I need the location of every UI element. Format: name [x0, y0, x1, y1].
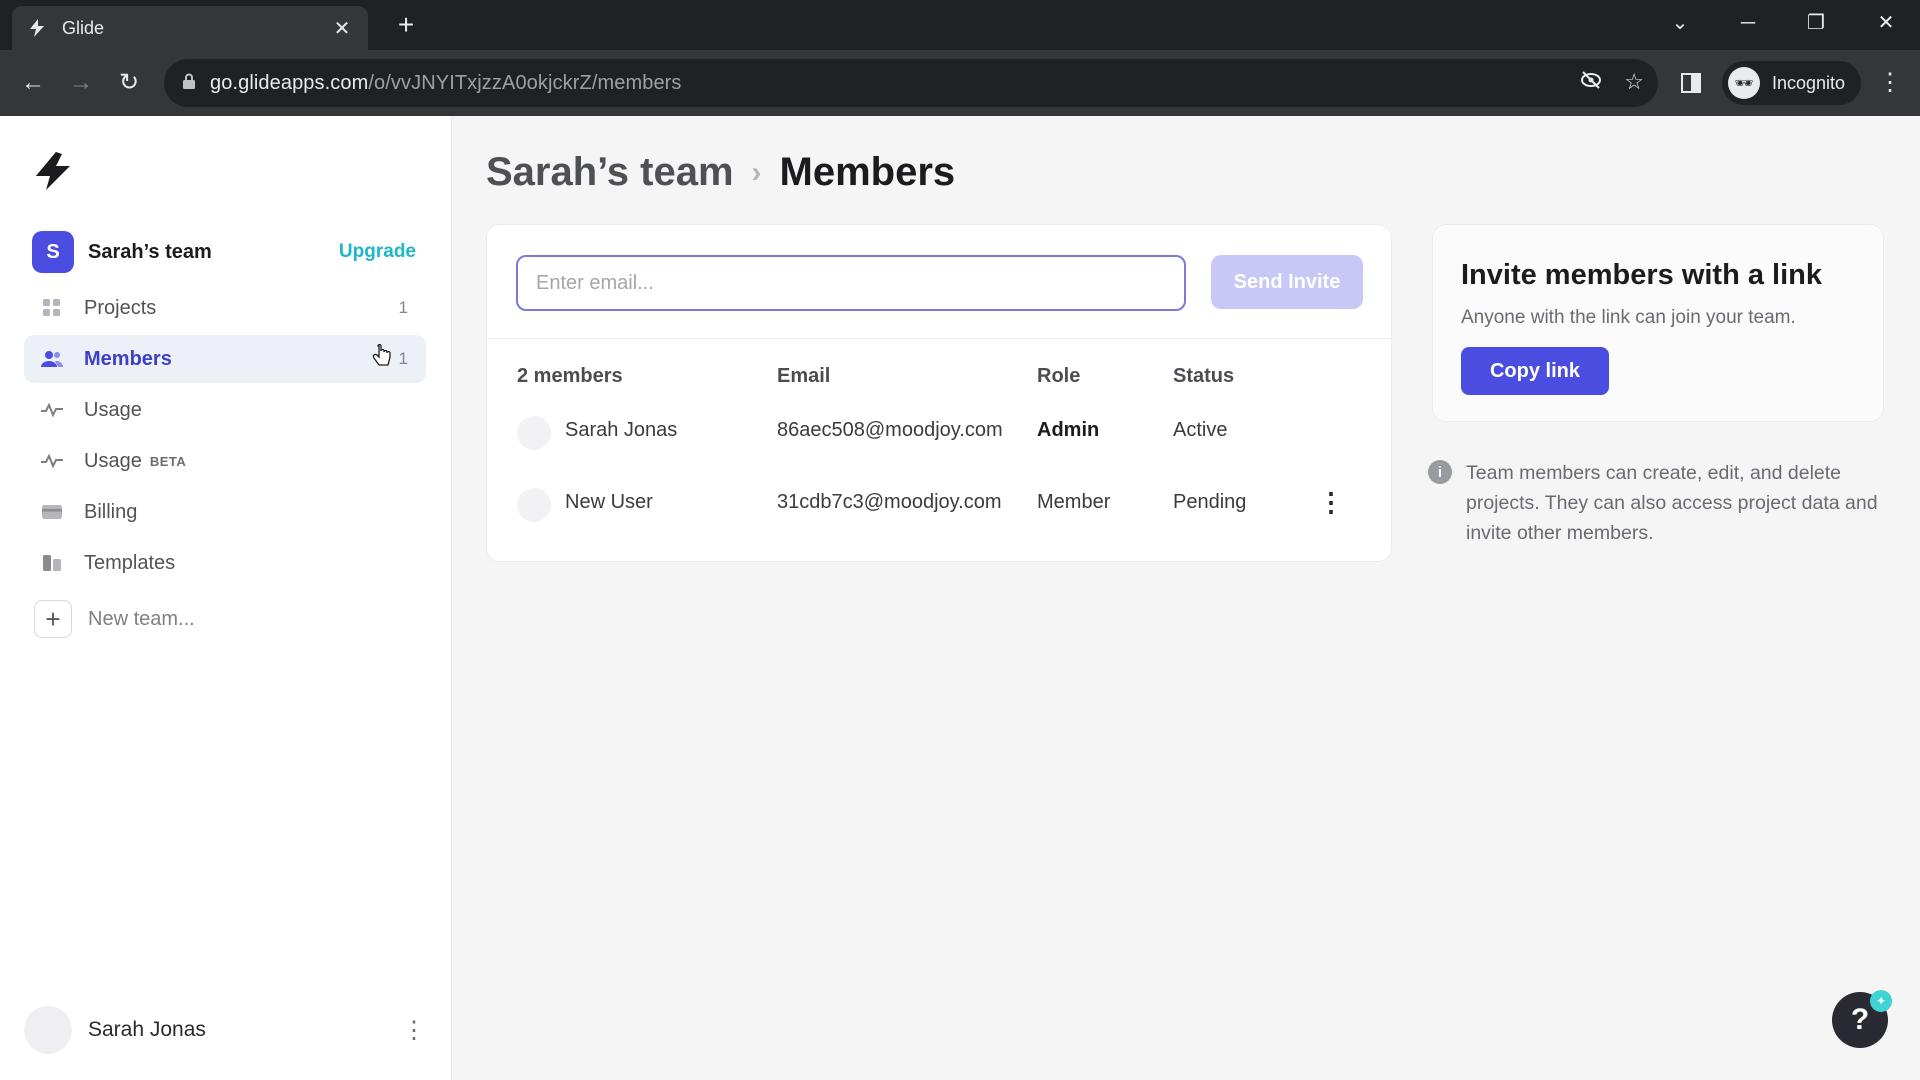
send-invite-button[interactable]: Send Invite	[1211, 255, 1363, 309]
glide-logo-icon[interactable]	[32, 150, 74, 192]
sidebar-item-billing[interactable]: Billing	[24, 488, 426, 536]
url-text: go.glideapps.com/o/vvJNYITxjzzA0okjckrZ/…	[210, 72, 682, 95]
minimize-icon[interactable]: ─	[1728, 8, 1768, 38]
star-icon[interactable]: ☆	[1624, 69, 1644, 97]
activity-icon	[40, 398, 64, 422]
incognito-badge[interactable]: 🕶 Incognito	[1722, 61, 1862, 105]
browser-tab-bar: Glide ✕ + ⌄ ─ ❐ ✕	[0, 0, 1920, 50]
tab-title: Glide	[62, 17, 105, 38]
email-column-header: Email	[777, 365, 831, 387]
tab-close-icon[interactable]: ✕	[330, 16, 354, 41]
copy-link-button[interactable]: Copy link	[1461, 347, 1609, 395]
grid-icon	[40, 296, 64, 320]
sidebar-item-members[interactable]: Members 1	[24, 335, 426, 383]
incognito-label: Incognito	[1772, 72, 1846, 93]
new-tab-icon[interactable]: +	[390, 10, 422, 42]
avatar	[24, 1006, 72, 1054]
breadcrumb-team[interactable]: Sarah’s team	[486, 150, 734, 195]
upgrade-link[interactable]: Upgrade	[339, 241, 416, 263]
eye-off-icon[interactable]	[1580, 69, 1602, 97]
table-row: Sarah Jonas 86aec508@moodjoy.com Admin A…	[487, 401, 1393, 461]
browser-tab[interactable]: Glide ✕	[12, 6, 368, 50]
info-note: i Team members can create, edit, and del…	[1428, 458, 1884, 548]
user-name: Sarah Jonas	[88, 1018, 206, 1041]
sidebar-item-projects[interactable]: Projects 1	[24, 284, 426, 332]
team-name: Sarah’s team	[88, 240, 212, 263]
sidebar-item-label: Projects	[84, 296, 157, 319]
user-profile[interactable]: Sarah Jonas ⋮	[24, 1006, 426, 1054]
role-column-header: Role	[1037, 365, 1081, 387]
lock-icon	[182, 73, 196, 94]
status-column-header: Status	[1173, 365, 1235, 387]
sidebar: S Sarah’s team Upgrade Projects 1 Member…	[0, 116, 452, 1080]
team-switcher[interactable]: S Sarah’s team Upgrade	[32, 231, 422, 273]
url-path: /o/vvJNYITxjzzA0okjckrZ/members	[368, 71, 682, 94]
glide-favicon-icon	[26, 17, 48, 39]
member-role: Admin	[1037, 419, 1100, 441]
sparkle-icon: ✦	[1870, 990, 1892, 1012]
avatar	[517, 488, 551, 522]
invite-link-subtitle: Anyone with the link can join your team.	[1461, 307, 1796, 328]
sidebar-nav: Projects 1 Members 1 Usage Usage BETA Bi…	[24, 284, 426, 590]
row-menu-icon[interactable]: ⋮	[1317, 485, 1345, 519]
sidebar-item-usage-beta[interactable]: Usage BETA	[24, 437, 426, 485]
back-icon[interactable]: ←	[16, 66, 50, 100]
hand-cursor-icon	[372, 343, 392, 374]
plus-icon: +	[34, 600, 72, 638]
sidebar-item-label: Billing	[84, 500, 138, 523]
member-status: Pending	[1173, 491, 1247, 513]
members-count: 1	[398, 349, 408, 368]
invite-link-title: Invite members with a link	[1461, 259, 1822, 291]
card-icon	[40, 500, 64, 524]
window-close-icon[interactable]: ✕	[1866, 8, 1906, 38]
members-count-header: 2 members	[517, 365, 623, 387]
reload-icon[interactable]: ↻	[112, 66, 146, 100]
info-text: Team members can create, edit, and delet…	[1466, 462, 1878, 544]
users-icon	[40, 347, 64, 371]
new-team-button[interactable]: + New team...	[34, 600, 195, 638]
templates-icon	[40, 551, 64, 575]
team-avatar: S	[32, 231, 74, 273]
sidebar-item-label: Usage	[84, 398, 142, 421]
sidebar-item-label: Usage	[84, 449, 142, 472]
member-email: 31cdb7c3@moodjoy.com	[777, 491, 1002, 513]
avatar	[517, 416, 551, 450]
member-status: Active	[1173, 419, 1228, 441]
user-menu-icon[interactable]: ⋮	[402, 1016, 426, 1045]
browser-toolbar: ← → ↻ go.glideapps.com/o/vvJNYITxjzzA0ok…	[0, 50, 1920, 116]
side-panel-icon[interactable]	[1674, 66, 1708, 100]
activity-icon	[40, 449, 64, 473]
table-row: New User 31cdb7c3@moodjoy.com Member Pen…	[487, 473, 1393, 533]
sidebar-item-label: Members	[84, 347, 172, 370]
browser-menu-icon[interactable]: ⋮	[1878, 68, 1902, 98]
projects-count: 1	[398, 298, 408, 317]
restore-icon[interactable]: ❐	[1796, 8, 1836, 38]
beta-badge: BETA	[149, 453, 187, 469]
member-email: 86aec508@moodjoy.com	[777, 419, 1003, 441]
breadcrumb: Sarah’s team › Members	[486, 150, 955, 195]
incognito-icon: 🕶	[1728, 67, 1760, 99]
new-team-label: New team...	[88, 607, 195, 630]
page-title: Members	[779, 150, 956, 194]
sidebar-item-usage[interactable]: Usage	[24, 386, 426, 434]
member-role: Member	[1037, 491, 1111, 513]
forward-icon[interactable]: →	[64, 66, 98, 100]
sidebar-item-templates[interactable]: Templates	[24, 539, 426, 587]
invite-link-card: Invite members with a link Anyone with t…	[1432, 224, 1884, 422]
member-name: Sarah Jonas	[565, 419, 678, 441]
invite-row: Send Invite	[487, 225, 1393, 339]
member-name: New User	[565, 491, 653, 513]
members-card: Send Invite 2 members Email Role Status …	[486, 224, 1393, 562]
chevron-right-icon: ›	[751, 155, 762, 189]
email-field[interactable]	[516, 255, 1186, 311]
tab-search-icon[interactable]: ⌄	[1660, 8, 1700, 38]
url-host: go.glideapps.com	[210, 71, 369, 94]
sidebar-item-label: Templates	[84, 551, 176, 574]
info-icon: i	[1428, 460, 1452, 484]
address-bar[interactable]: go.glideapps.com/o/vvJNYITxjzzA0okjckrZ/…	[164, 59, 1658, 107]
